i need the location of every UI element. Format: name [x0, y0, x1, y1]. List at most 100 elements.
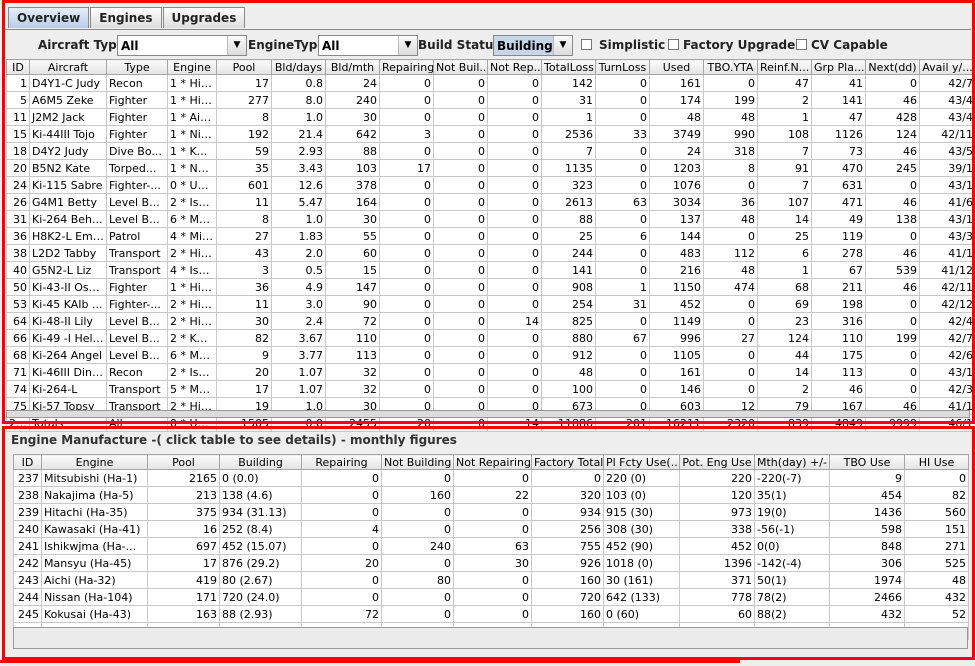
column-header[interactable]: TotalLoss — [541, 59, 596, 75]
table-cell: 63 — [595, 193, 650, 211]
column-header[interactable]: Engine — [41, 454, 148, 470]
table-row[interactable]: 243 Aichi (Ha-32) 419 80 (2.67) 0 80 0 160 30 (1… — [13, 571, 969, 589]
column-header[interactable]: Repairing — [379, 59, 434, 75]
column-header[interactable]: HI Use — [904, 454, 969, 470]
column-header[interactable]: Type — [106, 59, 168, 75]
column-header[interactable]: TBO Use — [829, 454, 905, 470]
table-row[interactable]: 1D4Y1-C JudyRecon1 * Hita...170.82400014… — [6, 74, 975, 92]
table-row[interactable]: 26 G4M1 Betty Level B... 2 * Ishi... 11 5.47 1… — [6, 193, 975, 211]
table-row[interactable]: 50Ki-43-II OscarFighter1 * Hita...364.91… — [6, 278, 975, 296]
table-cell: 2165 — [147, 469, 220, 487]
table-row[interactable]: 71 Ki-46III Dinah Recon 2 * Ishi... 20 1.07 32… — [6, 363, 975, 381]
build-status-select[interactable]: Building ▼ — [493, 35, 573, 56]
table-row[interactable]: 31Ki-264 Beh...Level B...6 * Man...81.03… — [6, 210, 975, 228]
table-cell: 2 * Kaw... — [167, 329, 217, 347]
chevron-down-icon[interactable]: ▼ — [398, 36, 417, 55]
table-cell: Recon — [106, 363, 168, 381]
table-cell: A6M5 Zeke — [29, 91, 107, 109]
table-row[interactable]: 66Ki-49 -I HelenLevel B...2 * Kaw...823.… — [6, 329, 975, 347]
table-row[interactable]: 240 Kawasaki (Ha-41) 16 252 (8.4) 4 0 0 256 308 … — [13, 520, 969, 538]
table-cell: 0 — [379, 108, 434, 126]
table-cell: 378 — [325, 176, 380, 194]
horizontal-scrollbar[interactable] — [6, 410, 970, 418]
tab-overview[interactable]: Overview — [8, 7, 90, 28]
column-header[interactable]: Reinf.N... — [757, 59, 812, 75]
table-cell: 0 — [487, 363, 542, 381]
table-row[interactable]: 241 Ishikwjma (Ha-... 697 452 (15.07) 0 240 63… — [13, 537, 969, 555]
column-header[interactable]: Used — [649, 59, 704, 75]
table-cell: 239 — [13, 503, 42, 521]
column-header[interactable]: TurnLoss — [595, 59, 650, 75]
column-header[interactable]: Bld/mth — [325, 59, 380, 75]
table-row[interactable]: 40 G5N2-L Liz Transport 4 * Ishi... 3 0.5 15 0 0… — [6, 261, 975, 279]
table-row[interactable]: 24 Ki-115 Sabre Fighter-... 0 * Unk... 601 12… — [6, 176, 975, 194]
table-row[interactable]: 64Ki-48-II LilyLevel B...2 * Hita...302.… — [6, 312, 975, 330]
tab-upgrades[interactable]: Upgrades — [162, 7, 246, 28]
table-row[interactable]: 74Ki-264-LTransport5 * Man...171.0732000… — [6, 380, 975, 398]
column-header[interactable]: Pot. Eng Use — [679, 454, 755, 470]
column-header[interactable]: Engine — [167, 59, 217, 75]
table-row[interactable]: 237 Mitsubishi (Ha-1) 2165 0 (0.0) 0 0 0 0 220 (… — [13, 469, 969, 487]
table-row[interactable]: 11J2M2 JackFighter1 * Aich...81.03000010… — [6, 108, 975, 126]
table-cell: 0 — [595, 261, 650, 279]
table-cell: Ishikwjma (Ha-... — [41, 537, 148, 555]
table-row[interactable]: 242 Mansyu (Ha-45) 17 876 (29.2) 20 0 30 926 101… — [13, 554, 969, 572]
table-row[interactable]: 20 B5N2 Kate Torped... 1 * Nak... 35 3.43 103 1… — [6, 159, 975, 177]
column-header[interactable]: Building — [219, 454, 302, 470]
table-cell: Mitsubishi (Ha-1) — [41, 469, 148, 487]
chevron-down-icon[interactable]: ▼ — [227, 36, 246, 55]
table-cell: 1 — [541, 108, 596, 126]
table-cell: 0 — [703, 363, 758, 381]
table-row[interactable]: 38L2D2 TabbyTransport2 * Hita...432.0600… — [6, 244, 975, 262]
aircraft-type-select[interactable]: All ▼ — [117, 35, 247, 56]
table-cell: 74 — [6, 380, 30, 398]
column-header[interactable]: Avail y/... — [919, 59, 975, 75]
table-row[interactable]: 5A6M5 ZekeFighter1 * Hita...2778.0240000… — [6, 91, 975, 109]
table-row[interactable]: 36H8K2-L EmilyPatrol4 * Mits...271.83550… — [6, 227, 975, 245]
simplistic-checkbox[interactable] — [581, 39, 592, 50]
table-cell: 0 — [301, 486, 382, 504]
column-header[interactable]: Mth(day) +/- — [754, 454, 830, 470]
column-header[interactable]: Factory Total — [531, 454, 604, 470]
column-header[interactable]: Not Rep... — [487, 59, 542, 75]
column-header[interactable]: Pool — [216, 59, 272, 75]
table-row[interactable]: 68Ki-264 AngelLevel B...6 * Man...93.771… — [6, 346, 975, 364]
column-header[interactable]: Pool — [147, 454, 220, 470]
column-header[interactable]: Not Repairing — [453, 454, 532, 470]
table-cell: 0 (60) — [603, 605, 680, 623]
table-row[interactable]: 53Ki-45 KAIb ...Fighter-...2 * Hita...11… — [6, 295, 975, 313]
table-cell: 1.0 — [271, 210, 326, 228]
table-row[interactable]: 245 Kokusai (Ha-43) 163 88 (2.93) 72 0 0 160 0 (… — [13, 605, 969, 623]
column-header[interactable]: Aircraft — [29, 59, 107, 75]
table-row[interactable]: 18D4Y2 JudyDive Bo...1 * Kaw...592.93880… — [6, 142, 975, 160]
column-header[interactable]: Grp Pla... — [811, 59, 866, 75]
cv-capable-checkbox[interactable] — [796, 39, 807, 50]
table-cell: 11 — [216, 295, 272, 313]
engine-type-select[interactable]: All ▼ — [318, 35, 418, 56]
chevron-down-icon[interactable]: ▼ — [553, 36, 572, 55]
column-header[interactable]: Not Buil... — [433, 59, 488, 75]
table-row[interactable]: 238 Nakajima (Ha-5) 213 138 (4.6) 0 160 22 320 1… — [13, 486, 969, 504]
column-header[interactable]: Pl Fcty Use(... — [603, 454, 680, 470]
column-header[interactable]: Not Building — [381, 454, 454, 470]
table-row[interactable]: 244 Nissan (Ha-104) 171 720 (24.0) 0 0 0 720 642… — [13, 588, 969, 606]
column-header[interactable]: ID — [6, 59, 30, 75]
factory-upgrades-checkbox[interactable] — [668, 39, 679, 50]
column-header[interactable]: TBO.YTA — [703, 59, 758, 75]
table-cell: 14 — [487, 312, 542, 330]
column-header[interactable]: Next(dd) — [865, 59, 920, 75]
tab-engines[interactable]: Engines — [90, 7, 162, 28]
table-cell: 0 — [595, 312, 650, 330]
column-header[interactable]: Repairing — [301, 454, 382, 470]
table-cell: 50(1) — [754, 571, 830, 589]
table-row[interactable]: 239 Hitachi (Ha-35) 375 934 (31.13) 0 0 0 934 91… — [13, 503, 969, 521]
table-row[interactable]: 15Ki-44III TojoFighter1 * Niss...19221.4… — [6, 125, 975, 143]
table-cell: 52 — [904, 605, 969, 623]
column-header[interactable]: ID — [13, 454, 42, 470]
table-cell: 0 — [531, 469, 604, 487]
table-cell: 82 — [904, 486, 969, 504]
column-header[interactable]: Bld/days — [271, 59, 326, 75]
table-cell: 2 — [757, 380, 812, 398]
table-cell: 9 — [829, 469, 905, 487]
table-cell: Ki-43-II Oscar — [29, 278, 107, 296]
